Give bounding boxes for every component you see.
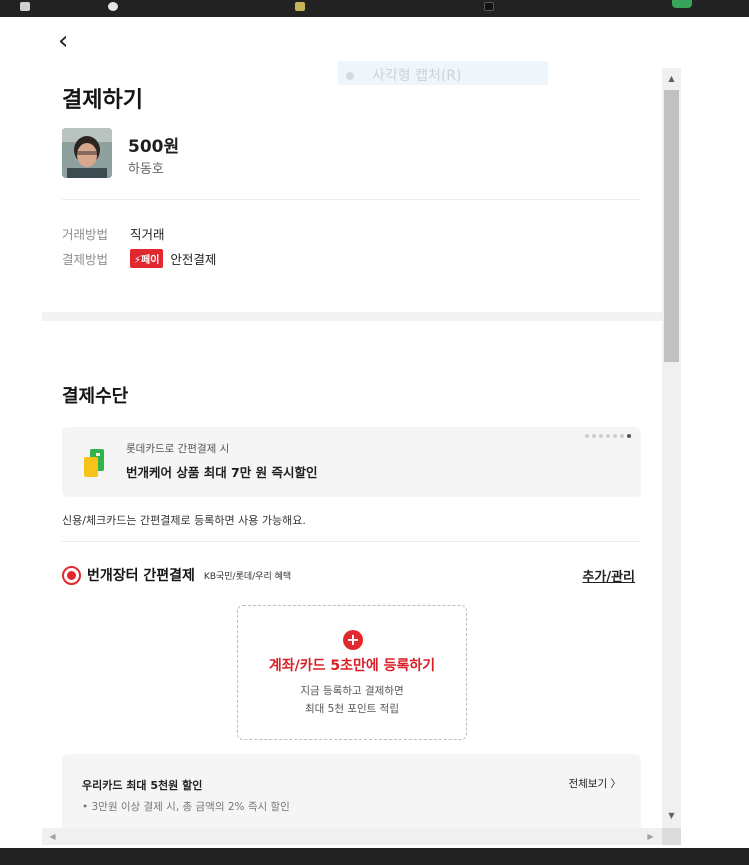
- os-bottom-bar: [0, 848, 749, 865]
- horizontal-scrollbar[interactable]: ◀ ▶: [42, 828, 662, 845]
- register-account-card-button[interactable]: + 계좌/카드 5초만에 등록하기 지금 등록하고 결제하면 최대 5천 포인트…: [237, 605, 467, 740]
- payment-type-row: 결제방법 ⚡페이 안전결제: [62, 249, 216, 268]
- promo-banner[interactable]: 롯데카드로 간편결제 시 번개케어 상품 최대 7만 원 즉시할인: [62, 427, 641, 497]
- checkout-content: 결제하기 500원 하동호 거래방법 직거래 결제방법 ⚡페이 안전결제 결제수…: [42, 68, 662, 828]
- pagination-dot[interactable]: [620, 434, 624, 438]
- easy-pay-name: 번개장터 간편결제: [87, 568, 195, 584]
- scroll-up-arrow-icon[interactable]: ▲: [662, 70, 681, 87]
- pagination-dot[interactable]: [613, 434, 617, 438]
- view-all-link[interactable]: 전체보기 〉: [569, 776, 621, 791]
- scroll-left-arrow-icon[interactable]: ◀: [44, 828, 61, 845]
- screen-capture-tooltip: 사각형 캡처(R): [338, 61, 548, 85]
- easy-pay-benefit-tag: KB국민/롯데/우리 혜택: [203, 571, 292, 582]
- pagination-dot[interactable]: [592, 434, 596, 438]
- status-indicator-icon: [672, 0, 692, 8]
- radio-selected-icon: [67, 570, 76, 580]
- plus-icon: +: [343, 630, 363, 650]
- product-price: 500원: [128, 137, 180, 157]
- register-desc: 지금 등록하고 결제하면: [300, 685, 404, 697]
- seller-avatar: [62, 128, 112, 178]
- add-manage-link[interactable]: 추가/관리: [582, 566, 635, 585]
- scroll-right-arrow-icon[interactable]: ▶: [642, 828, 659, 845]
- register-desc: 최대 5천 포인트 적립: [305, 703, 399, 715]
- section-divider: [42, 312, 662, 321]
- pagination-dot-active[interactable]: [627, 434, 631, 438]
- taskbar-icon: [108, 2, 118, 11]
- benefit-title: 우리카드 최대 5천원 할인: [82, 779, 203, 792]
- benefit-desc: • 3만원 이상 결제 시, 총 금액의 2% 즉시 할인: [82, 801, 290, 813]
- easy-pay-option: 번개장터 간편결제 KB국민/롯데/우리 혜택 추가/관리: [62, 564, 635, 586]
- os-top-bar: [0, 0, 749, 17]
- avatar-image: [62, 128, 112, 178]
- scrollbar-thumb[interactable]: [664, 90, 679, 362]
- pagination-dot[interactable]: [585, 434, 589, 438]
- page-title: 결제하기: [62, 88, 143, 113]
- seller-name: 하동호: [128, 162, 164, 177]
- card-notice: 신용/체크카드는 간편결제로 등록하면 사용 가능해요.: [62, 514, 306, 527]
- taskbar-icon: [20, 2, 30, 11]
- divider: [62, 541, 640, 542]
- promo-title: 번개케어 상품 최대 7만 원 즉시할인: [126, 465, 318, 480]
- pay-badge: ⚡페이: [130, 249, 164, 268]
- payment-type-label: 결제방법: [62, 252, 109, 267]
- taskbar-icon: [295, 2, 305, 11]
- pagination-dot[interactable]: [606, 434, 610, 438]
- tooltip-label: 사각형 캡처(R): [372, 68, 462, 84]
- trade-method-label: 거래방법: [62, 227, 109, 242]
- easy-pay-radio[interactable]: [62, 565, 81, 585]
- carousel-pagination[interactable]: [585, 434, 631, 438]
- trade-method-row: 거래방법 직거래: [62, 224, 165, 243]
- scroll-down-arrow-icon[interactable]: ▼: [662, 807, 681, 824]
- taskbar-icon: [484, 2, 494, 11]
- divider: [62, 199, 640, 200]
- chevron-left-icon: ‹: [58, 26, 69, 56]
- card-icon: [84, 449, 104, 477]
- scrollbar-corner: [662, 828, 681, 845]
- radio-dot-icon: [346, 72, 354, 80]
- vertical-scrollbar[interactable]: ▲ ▼: [662, 68, 681, 828]
- register-title: 계좌/카드 5초만에 등록하기: [268, 658, 436, 674]
- trade-method-value: 직거래: [130, 227, 165, 242]
- payment-type-value: 안전결제: [170, 252, 217, 267]
- promo-subtitle: 롯데카드로 간편결제 시: [126, 443, 230, 455]
- payment-methods-title: 결제수단: [62, 386, 129, 407]
- pagination-dot[interactable]: [599, 434, 603, 438]
- back-button[interactable]: ‹: [58, 28, 82, 56]
- card-benefit-panel: 우리카드 최대 5천원 할인 전체보기 〉 • 3만원 이상 결제 시, 총 금…: [62, 754, 641, 828]
